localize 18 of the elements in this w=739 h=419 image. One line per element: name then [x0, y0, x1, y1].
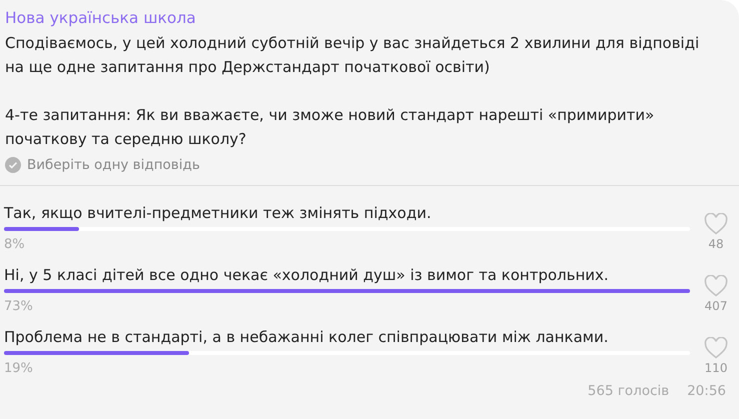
- heart-icon[interactable]: [704, 337, 728, 359]
- poll-option[interactable]: Проблема не в стандарті, а в небажанні колег співпрацювати між ланками.: [4, 327, 608, 347]
- message-text: 4-те запитання: Як ви вважаєте, чи зможе новий стандарт нарешті «примирити» початкову та середню школу?: [5, 105, 656, 150]
- like-count: 48: [708, 237, 724, 251]
- vote-percent: 73%: [4, 299, 33, 314]
- poll-hint: Виберіть одну відповідь: [27, 157, 200, 173]
- vote-count: 565 голосів: [588, 383, 670, 399]
- like-count: 110: [704, 361, 728, 375]
- heart-icon[interactable]: [704, 275, 728, 297]
- vote-percent: 19%: [4, 361, 33, 376]
- vote-percent: 8%: [4, 237, 25, 252]
- poll-option[interactable]: Так, якщо вчителі-предметники теж змінять підходи.: [4, 203, 432, 223]
- like-count: 407: [704, 299, 728, 313]
- message-time: 20:56: [687, 383, 726, 399]
- check-icon: [5, 157, 21, 173]
- heart-icon[interactable]: [704, 213, 728, 235]
- poll-option[interactable]: Ні, у 5 класі дітей все одно чекає «холодний душ» із вимог та контрольних.: [4, 265, 609, 285]
- message-text: Сподіваємось, у цей холодний суботній вечір у вас знайдеться 2 хвилини для відповіді на ще одне запитання про Держстандарт початкової освіти): [5, 33, 700, 78]
